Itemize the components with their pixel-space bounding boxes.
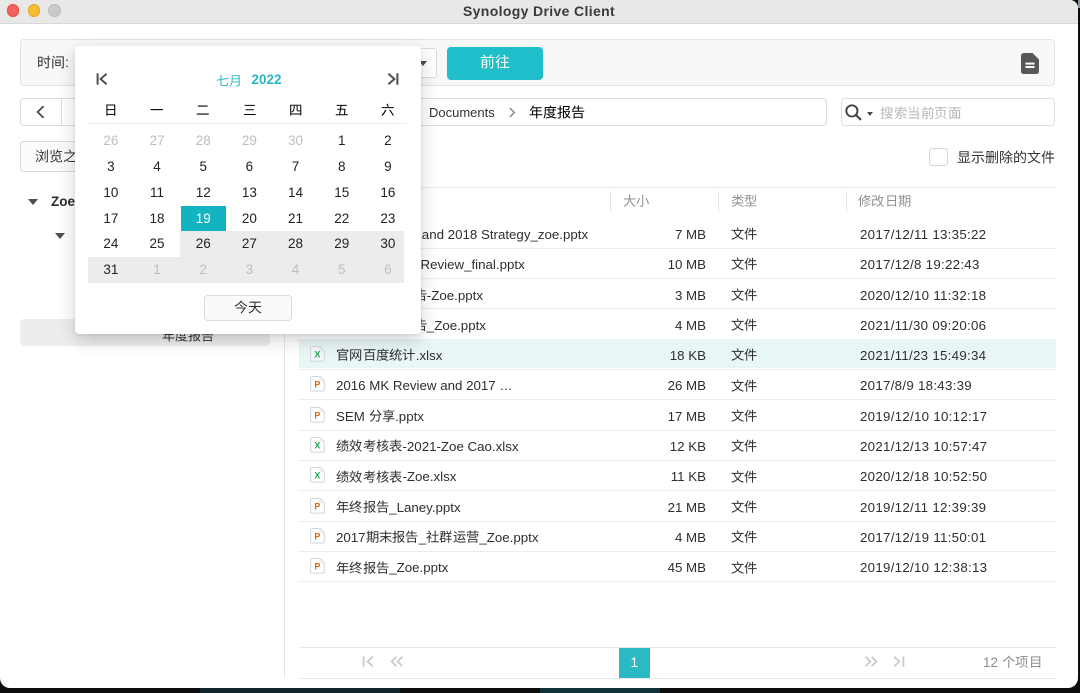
svg-text:P: P xyxy=(314,410,320,420)
svg-text:X: X xyxy=(314,440,320,450)
svg-text:P: P xyxy=(314,562,320,572)
svg-text:X: X xyxy=(314,471,320,481)
svg-text:X: X xyxy=(314,349,320,359)
svg-text:P: P xyxy=(314,501,320,511)
svg-text:P: P xyxy=(314,531,320,541)
svg-text:P: P xyxy=(314,380,320,390)
